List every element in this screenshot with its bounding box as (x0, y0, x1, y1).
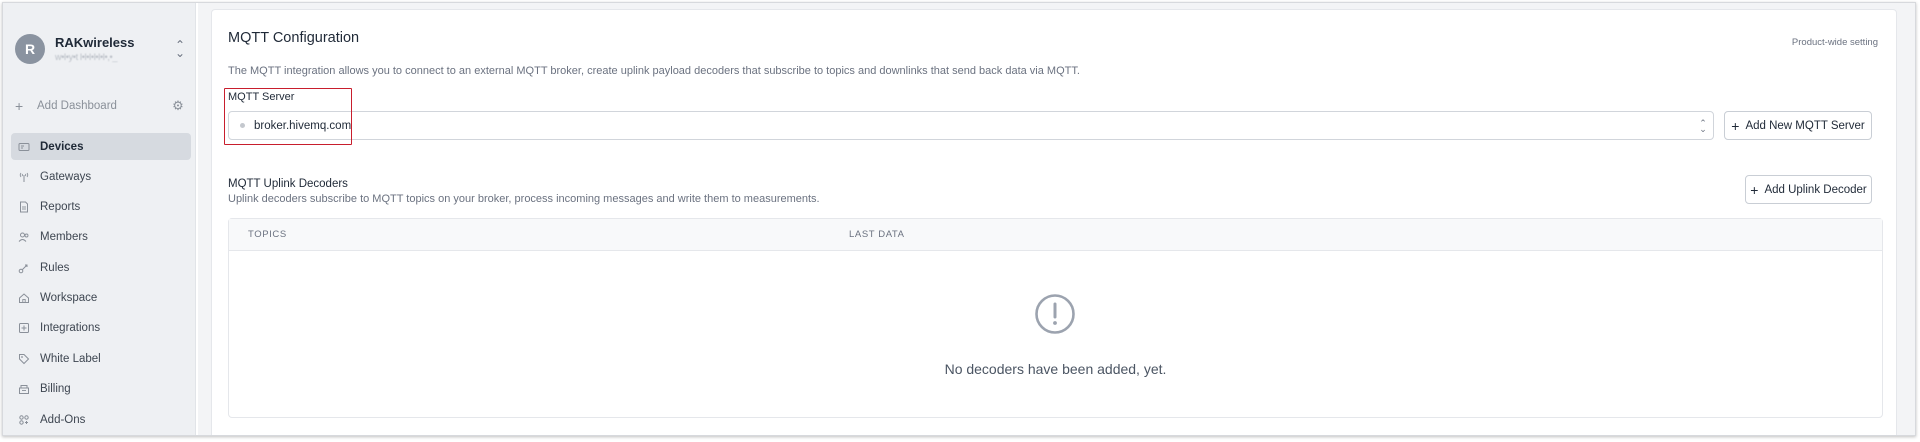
uplink-decoders-description: Uplink decoders subscribe to MQTT topics… (228, 193, 820, 205)
billing-icon (17, 382, 31, 396)
sidebar-item-label: White Label (40, 352, 101, 365)
members-icon (17, 230, 31, 244)
sidebar-item-white-label[interactable]: White Label (11, 345, 191, 372)
exclamation-circle-icon (1035, 294, 1075, 334)
sidebar-item-label: Integrations (40, 322, 101, 335)
sidebar-item-reports[interactable]: Reports (11, 194, 191, 221)
mqtt-server-value: broker.hivemq.com (254, 119, 352, 132)
sidebar-item-add-ons[interactable]: Add-Ons (11, 406, 191, 433)
sidebar-nav: Devices Gateways Reports Members Rules W… (11, 133, 191, 435)
add-dashboard-label: Add Dashboard (37, 100, 117, 112)
integrations-icon (17, 321, 31, 335)
add-uplink-decoder-label: Add Uplink Decoder (1764, 183, 1867, 196)
add-new-mqtt-server-button[interactable]: + Add New MQTT Server (1724, 111, 1872, 140)
sidebar-item-label: Members (40, 231, 88, 244)
reports-icon (17, 200, 31, 214)
add-new-mqtt-server-label: Add New MQTT Server (1745, 119, 1865, 132)
chevron-up-down-icon: ⌃ ⌄ (174, 38, 186, 60)
add-uplink-decoder-button[interactable]: + Add Uplink Decoder (1745, 175, 1872, 204)
app-window: R RAKwireless w•l•y•t l•l•l•l•l•l•,•_ ⌃ ⌄… (2, 2, 1916, 436)
sidebar-item-gateways[interactable]: Gateways (11, 163, 191, 190)
table-header: TOPICS LAST DATA (229, 219, 1882, 251)
page-title: MQTT Configuration (228, 30, 360, 46)
sidebar: R RAKwireless w•l•y•t l•l•l•l•l•l•,•_ ⌃ ⌄… (3, 3, 196, 435)
rules-icon (17, 261, 31, 275)
addons-icon (17, 413, 31, 427)
mqtt-server-label: MQTT Server (228, 91, 295, 103)
column-header-last-data: LAST DATA (849, 229, 905, 240)
org-name: RAKwireless (55, 35, 135, 50)
sidebar-item-rules[interactable]: Rules (11, 254, 191, 281)
sidebar-item-workspace[interactable]: Workspace (11, 284, 191, 311)
gateway-icon (17, 170, 31, 184)
mqtt-configuration-card: MQTT Configuration Product-wide setting … (211, 9, 1897, 435)
sidebar-item-label: Rules (40, 261, 70, 274)
empty-state-message: No decoders have been added, yet. (944, 361, 1167, 377)
sidebar-item-label: Reports (40, 201, 81, 214)
tag-icon (17, 352, 31, 366)
plus-icon: + (15, 98, 24, 114)
sidebar-item-devices[interactable]: Devices (11, 133, 191, 160)
chevron-up-down-icon: ⌃ ⌄ (1699, 117, 1707, 134)
column-header-topics: TOPICS (248, 229, 287, 240)
sidebar-item-label: Add-Ons (40, 413, 86, 426)
mqtt-server-select[interactable]: broker.hivemq.com ⌃ ⌄ (228, 111, 1714, 140)
sidebar-item-label: Devices (40, 140, 84, 153)
sidebar-item-integrations[interactable]: Integrations (11, 315, 191, 342)
status-dot-icon (240, 123, 245, 128)
mqtt-description: The MQTT integration allows you to conne… (228, 65, 1080, 77)
decoders-table: TOPICS LAST DATA No decoders have been a… (228, 218, 1883, 418)
plus-icon: + (1750, 181, 1759, 198)
sidebar-item-label: Billing (40, 382, 71, 395)
org-avatar: R (15, 34, 45, 64)
sidebar-item-members[interactable]: Members (11, 224, 191, 251)
org-switcher[interactable]: R RAKwireless w•l•y•t l•l•l•l•l•l•,•_ ⌃ ⌄ (15, 32, 187, 66)
sidebar-item-billing[interactable]: Billing (11, 375, 191, 402)
add-dashboard-button[interactable]: + Add Dashboard ⚙ (15, 97, 185, 115)
org-subtitle: w•l•y•t l•l•l•l•l•l•,•_ (55, 52, 118, 62)
sidebar-item-label: Workspace (40, 291, 98, 304)
plus-icon: + (1731, 117, 1740, 134)
devices-icon (17, 140, 31, 154)
workspace-icon (17, 291, 31, 305)
uplink-decoders-title: MQTT Uplink Decoders (228, 178, 348, 190)
gear-icon[interactable]: ⚙ (171, 98, 185, 114)
sidebar-item-label: Gateways (40, 170, 92, 183)
product-wide-setting-label: Product-wide setting (1791, 37, 1878, 48)
main-content: MQTT Configuration Product-wide setting … (198, 3, 1915, 435)
